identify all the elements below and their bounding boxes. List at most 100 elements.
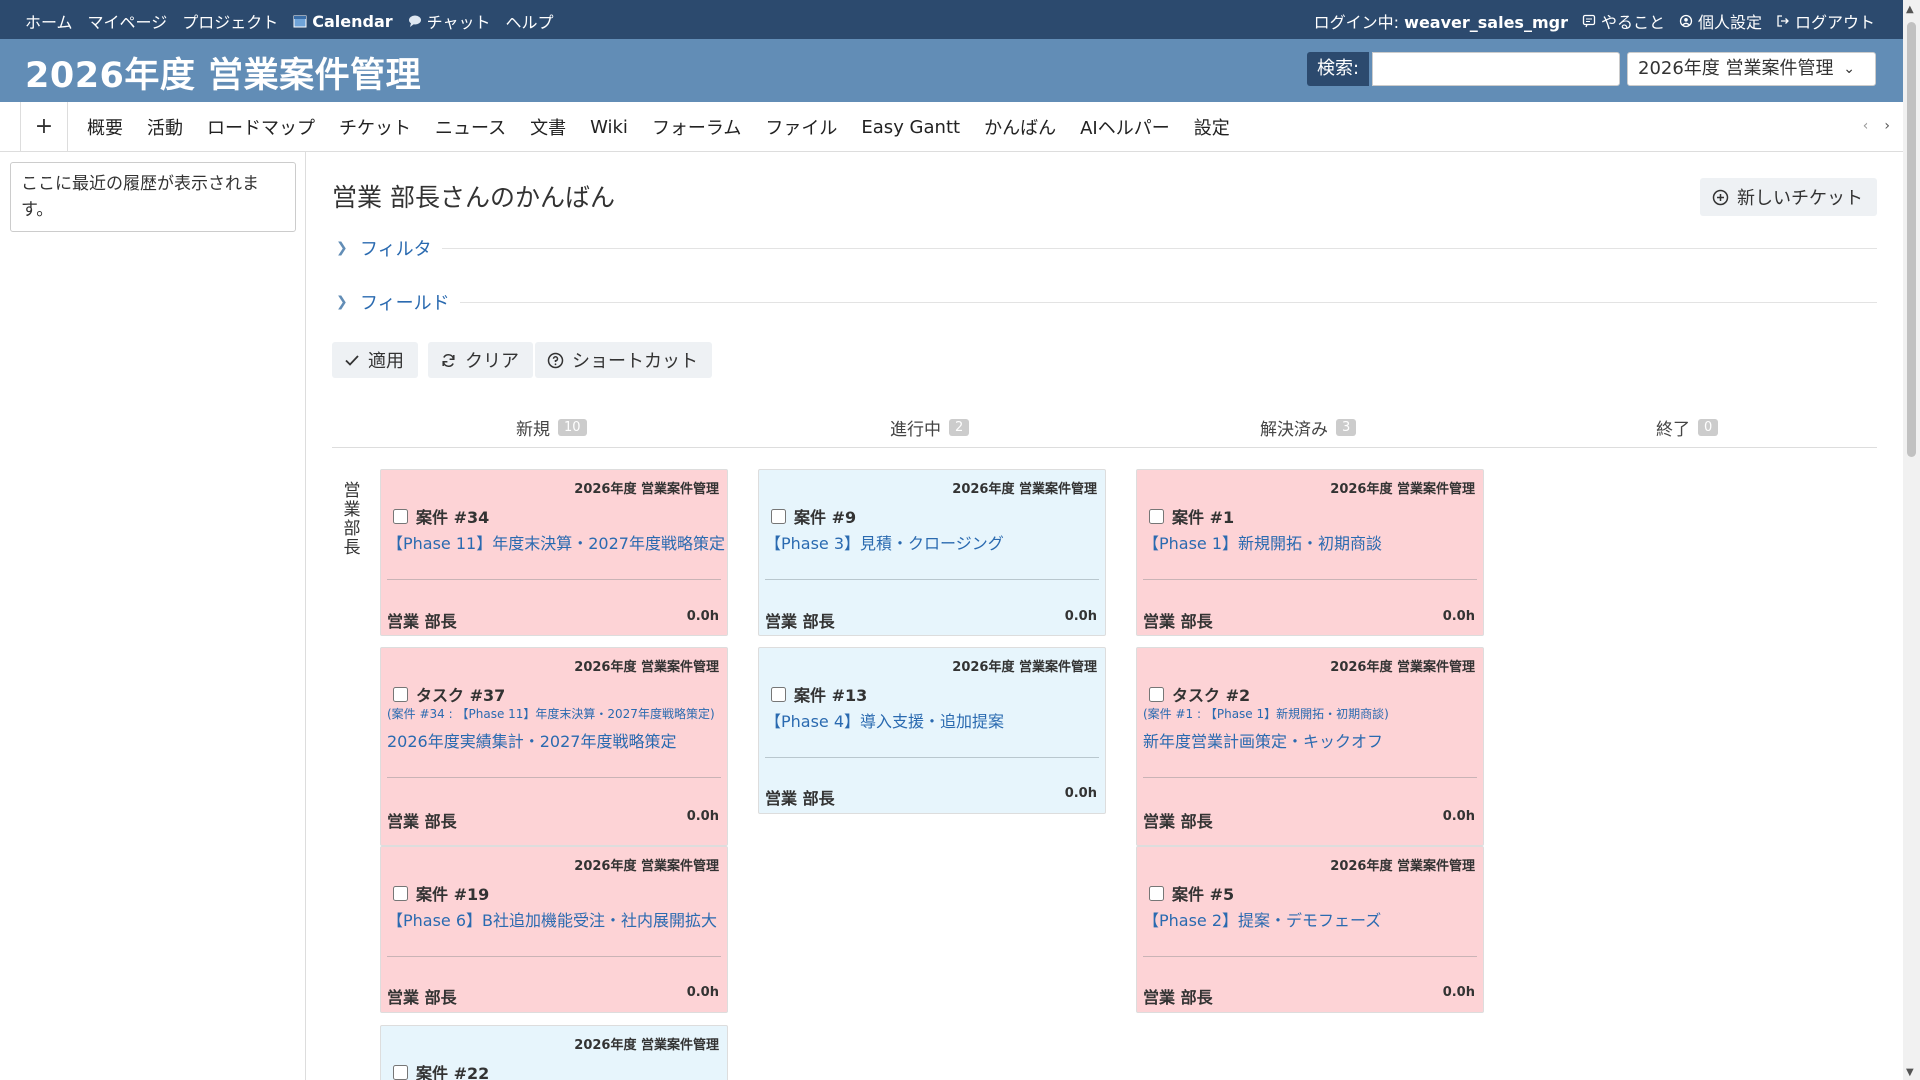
page-title: 営業 部長さんのかんばん xyxy=(332,183,615,212)
fields-toggle[interactable]: ❯ フィールド xyxy=(332,290,1877,314)
content: 営業 部長さんのかんばん 新しいチケット ❯ フィルタ ❯ フィールド 適用 ク… xyxy=(332,152,1877,1080)
card-checkbox[interactable] xyxy=(1149,885,1164,901)
card-title-link[interactable]: 【Phase 2】提案・デモフェーズ xyxy=(1143,907,1381,931)
new-object-button[interactable]: + xyxy=(20,102,68,152)
scroll-down-icon[interactable]: ▼ xyxy=(1906,1067,1914,1078)
clear-button[interactable]: クリア xyxy=(428,342,533,378)
card-project: 2026年度 営業案件管理 xyxy=(574,660,719,675)
sidebar: ここに最近の履歴が表示されます。 xyxy=(0,152,306,1080)
kanban-header-divider xyxy=(332,447,1877,448)
kanban-card[interactable]: 2026年度 営業案件管理 案件 #9 【Phase 3】見積・クロージング 営… xyxy=(758,469,1106,636)
filter-label[interactable]: フィルタ xyxy=(360,235,442,261)
card-id: タスク #37 xyxy=(393,682,505,706)
search-label: 検索: xyxy=(1307,52,1370,86)
kanban-card[interactable]: 2026年度 営業案件管理 案件 #19 【Phase 6】B社追加機能受注・社… xyxy=(380,846,728,1013)
tab-kanban[interactable]: かんばん xyxy=(972,114,1068,140)
search-input[interactable] xyxy=(1372,52,1620,86)
card-hours: 0.0h xyxy=(686,609,719,624)
header: 2026年度 営業案件管理 検索: 2026年度 営業案件管理 ⌄ xyxy=(0,39,1920,102)
menu-home-link[interactable]: ホーム xyxy=(25,9,73,33)
logged-in-user[interactable]: weaver_sales_mgr xyxy=(1404,13,1568,32)
column-name: 新規 xyxy=(516,419,550,440)
card-checkbox[interactable] xyxy=(393,885,408,901)
logout-link[interactable]: ログアウト xyxy=(1776,9,1875,33)
shortcut-button[interactable]: ショートカット xyxy=(535,342,712,378)
card-checkbox[interactable] xyxy=(1149,686,1164,702)
card-id-label: 案件 #19 xyxy=(416,885,490,904)
card-project: 2026年度 営業案件管理 xyxy=(574,482,719,497)
tab-roadmap[interactable]: ロードマップ xyxy=(195,114,327,140)
card-divider xyxy=(387,777,721,778)
kanban-column-closed: 終了 0 xyxy=(1656,412,1719,442)
kanban-column-in-progress: 進行中 2 xyxy=(890,412,970,442)
menu-chat-link[interactable]: チャット xyxy=(408,9,491,33)
tab-activity[interactable]: 活動 xyxy=(135,114,195,140)
card-checkbox[interactable] xyxy=(393,508,408,524)
todo-icon xyxy=(1582,14,1596,28)
card-title-link[interactable]: 【Phase 11】年度末決算・2027年度戦略策定 xyxy=(387,530,725,554)
card-parent-link[interactable]: (案件 #34 : 【Phase 11】年度末決算・2027年度戦略策定) xyxy=(387,705,715,722)
apply-label: 適用 xyxy=(368,351,404,372)
menu-chat-label: チャット xyxy=(426,13,491,32)
scrollbar-thumb[interactable] xyxy=(1907,22,1916,457)
tab-overview[interactable]: 概要 xyxy=(75,114,135,140)
card-title-link[interactable]: 新年度営業計画策定・キックオフ xyxy=(1143,728,1383,752)
personal-settings-label: 個人設定 xyxy=(1697,13,1762,32)
filter-toggle[interactable]: ❯ フィルタ xyxy=(332,236,1877,260)
card-checkbox[interactable] xyxy=(393,1064,408,1080)
chevron-right-icon[interactable]: › xyxy=(1884,118,1890,134)
calendar-icon xyxy=(293,15,307,28)
card-checkbox[interactable] xyxy=(393,686,408,702)
card-title-link[interactable]: 【Phase 1】新規開拓・初期商談 xyxy=(1143,530,1382,554)
kanban-card[interactable]: 2026年度 営業案件管理 案件 #13 【Phase 4】導入支援・追加提案 … xyxy=(758,647,1106,814)
chevron-down-icon: ⌄ xyxy=(1843,61,1855,77)
kanban-card[interactable]: 2026年度 営業案件管理 案件 #34 【Phase 11】年度末決算・202… xyxy=(380,469,728,636)
scroll-up-icon[interactable]: ▲ xyxy=(1906,4,1914,15)
todo-label: やること xyxy=(1600,13,1665,32)
menu-projects-link[interactable]: プロジェクト xyxy=(182,9,278,33)
apply-button[interactable]: 適用 xyxy=(332,342,418,378)
page-scrollbar[interactable]: ▲ ▼ xyxy=(1903,0,1920,1080)
project-jump-select[interactable]: 2026年度 営業案件管理 ⌄ xyxy=(1627,52,1876,86)
card-checkbox[interactable] xyxy=(771,508,786,524)
fields-label[interactable]: フィールド xyxy=(360,289,460,315)
tab-easy-gantt[interactable]: Easy Gantt xyxy=(849,117,972,138)
tab-wiki[interactable]: Wiki xyxy=(578,117,640,138)
card-checkbox[interactable] xyxy=(1149,508,1164,524)
menu-calendar-label: Calendar xyxy=(312,11,393,31)
tab-forums[interactable]: フォーラム xyxy=(640,114,753,140)
column-count-badge: 3 xyxy=(1336,418,1357,436)
chevron-left-icon[interactable]: ‹ xyxy=(1863,118,1869,134)
card-checkbox[interactable] xyxy=(771,686,786,702)
kanban-card[interactable]: 2026年度 営業案件管理 案件 #5 【Phase 2】提案・デモフェーズ 営… xyxy=(1136,846,1484,1013)
tab-documents[interactable]: 文書 xyxy=(518,114,578,140)
card-title-link[interactable]: 2026年度実績集計・2027年度戦略策定 xyxy=(387,728,676,752)
card-id-label: 案件 #22 xyxy=(416,1064,490,1080)
card-title-link[interactable]: 【Phase 4】導入支援・追加提案 xyxy=(765,708,1004,732)
menu-calendar-link[interactable]: Calendar xyxy=(293,11,393,31)
shortcut-label: ショートカット xyxy=(572,351,698,372)
card-title-link[interactable]: 【Phase 6】B社追加機能受注・社内展開拡大 xyxy=(387,907,717,931)
kanban-card[interactable]: 2026年度 営業案件管理 タスク #37 (案件 #34 : 【Phase 1… xyxy=(380,647,728,846)
kanban-card[interactable]: 2026年度 営業案件管理 案件 #1 【Phase 1】新規開拓・初期商談 営… xyxy=(1136,469,1484,636)
card-id: 案件 #22 xyxy=(393,1060,489,1080)
tab-issues[interactable]: チケット xyxy=(327,114,423,140)
clear-label: クリア xyxy=(465,351,519,372)
card-project: 2026年度 営業案件管理 xyxy=(1330,859,1475,874)
card-title-link[interactable]: 【Phase 3】見積・クロージング xyxy=(765,530,1004,554)
top-menu: ホーム マイページ プロジェクト Calendar チャット ヘルプ ログイン中… xyxy=(0,0,1920,39)
card-divider xyxy=(1143,579,1477,580)
tab-news[interactable]: ニュース xyxy=(423,114,518,140)
kanban-card[interactable]: 2026年度 営業案件管理 タスク #2 (案件 #1 : 【Phase 1】新… xyxy=(1136,647,1484,846)
todo-link[interactable]: やること xyxy=(1582,9,1665,33)
tab-files[interactable]: ファイル xyxy=(753,114,849,140)
menu-help-link[interactable]: ヘルプ xyxy=(505,9,553,33)
menu-mypage-link[interactable]: マイページ xyxy=(88,9,168,33)
card-parent-link[interactable]: (案件 #1 : 【Phase 1】新規開拓・初期商談) xyxy=(1143,705,1389,722)
kanban-card[interactable]: 2026年度 営業案件管理 案件 #22 xyxy=(380,1025,728,1080)
new-issue-button[interactable]: 新しいチケット xyxy=(1700,178,1877,216)
kanban-column-new: 新規 10 xyxy=(516,412,587,442)
personal-settings-link[interactable]: 個人設定 xyxy=(1679,9,1762,33)
tab-ai-helper[interactable]: AIヘルパー xyxy=(1068,114,1182,140)
tab-settings[interactable]: 設定 xyxy=(1182,114,1242,140)
